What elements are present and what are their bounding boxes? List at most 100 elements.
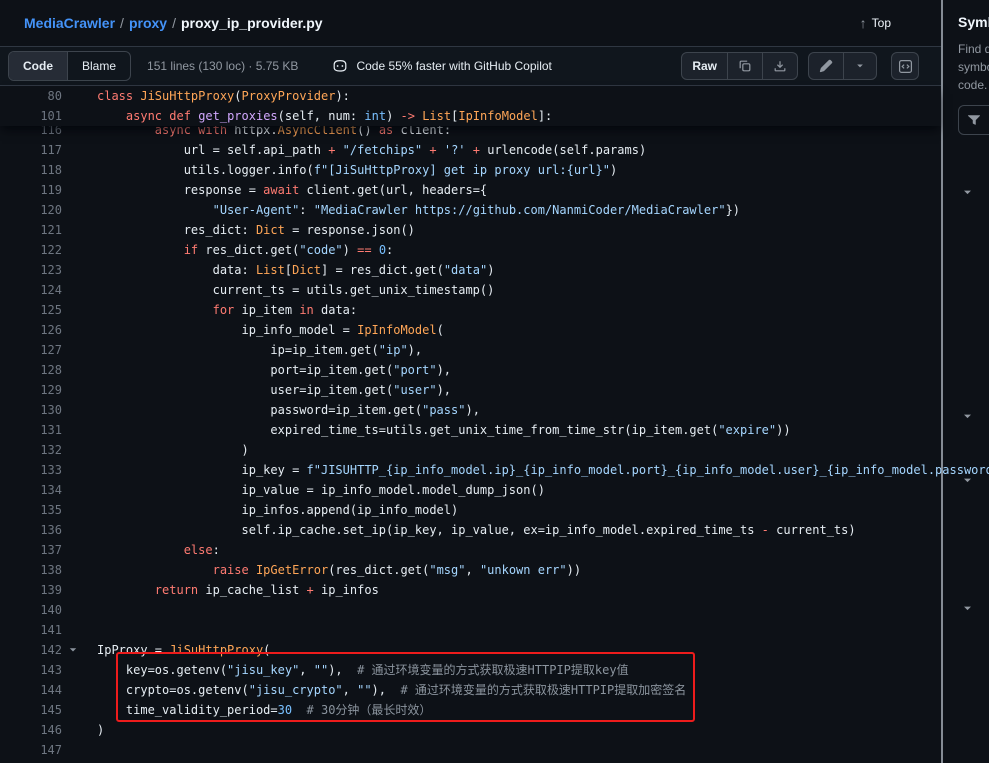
line-number[interactable]: 140	[0, 600, 62, 620]
code-line: 146)	[0, 720, 941, 740]
code-text: data: List[Dict] = res_dict.get("data")	[83, 260, 494, 280]
line-number[interactable]: 126	[0, 320, 62, 340]
breadcrumb-folder-link[interactable]: proxy	[129, 15, 167, 31]
line-number[interactable]: 128	[0, 360, 62, 380]
code-line: 140	[0, 600, 941, 620]
chevron-spacer	[62, 680, 83, 700]
line-number[interactable]: 124	[0, 280, 62, 300]
tab-code[interactable]: Code	[9, 52, 67, 80]
code-line: 126 ip_info_model = IpInfoModel(	[0, 320, 941, 340]
chevron-spacer	[62, 700, 83, 720]
raw-button[interactable]: Raw	[682, 53, 727, 79]
symbols-panel-title: Symbols	[958, 14, 989, 30]
edit-button[interactable]	[809, 53, 843, 79]
symbols-panel-toggle-button[interactable]	[891, 52, 919, 80]
line-number[interactable]: 134	[0, 480, 62, 500]
symbol-group-chevron-icon[interactable]	[959, 600, 975, 616]
breadcrumb-repo-link[interactable]: MediaCrawler	[24, 15, 115, 31]
line-number[interactable]: 117	[0, 140, 62, 160]
line-number[interactable]: 138	[0, 560, 62, 580]
line-number[interactable]: 129	[0, 380, 62, 400]
symbols-panel: Symbols Find definitions and references …	[945, 0, 989, 763]
line-number[interactable]: 147	[0, 740, 62, 760]
code-line: 125 for ip_item in data:	[0, 300, 941, 320]
tab-blame[interactable]: Blame	[67, 52, 130, 80]
code-text: port=ip_item.get("port"),	[83, 360, 451, 380]
code-line: 120 "User-Agent": "MediaCrawler https://…	[0, 200, 941, 220]
line-number[interactable]: 137	[0, 540, 62, 560]
back-to-top-button[interactable]: ↑ Top	[860, 16, 891, 30]
filter-icon	[967, 113, 981, 127]
edit-dropdown-button[interactable]	[843, 53, 876, 79]
code-square-icon	[898, 59, 913, 74]
line-number[interactable]: 121	[0, 220, 62, 240]
line-number[interactable]: 101	[0, 106, 62, 126]
line-number[interactable]: 145	[0, 700, 62, 720]
line-number[interactable]: 142	[0, 640, 62, 660]
code-view: 80 class JiSuHttpProxy(ProxyProvider): 101…	[0, 86, 941, 760]
code-text: class JiSuHttpProxy(ProxyProvider):	[83, 86, 350, 106]
chevron-spacer	[62, 620, 83, 640]
breadcrumb-bar: MediaCrawler/proxy/proxy_ip_provider.py …	[0, 0, 941, 46]
symbols-filter[interactable]	[958, 105, 989, 135]
line-number[interactable]: 125	[0, 300, 62, 320]
line-number[interactable]: 144	[0, 680, 62, 700]
line-number[interactable]: 123	[0, 260, 62, 280]
sticky-scope-lines: 80 class JiSuHttpProxy(ProxyProvider): 101…	[0, 86, 941, 126]
code-text: ip_infos.append(ip_info_model)	[83, 500, 458, 520]
line-number[interactable]: 132	[0, 440, 62, 460]
code-line: 143 key=os.getenv("jisu_key", ""), # 通过环…	[0, 660, 941, 680]
line-number[interactable]: 141	[0, 620, 62, 640]
line-number[interactable]: 133	[0, 460, 62, 480]
code-text: current_ts = utils.get_unix_timestamp()	[83, 280, 494, 300]
code-line: 147	[0, 740, 941, 760]
file-meta-info: 151 lines (130 loc) · 5.75 KB	[147, 59, 298, 73]
chevron-spacer	[62, 740, 83, 760]
code-line: 128 port=ip_item.get("port"),	[0, 360, 941, 380]
code-line: 132 )	[0, 440, 941, 460]
chevron-spacer	[62, 300, 83, 320]
code-text: utils.logger.info(f"[JiSuHttpProxy] get …	[83, 160, 617, 180]
chevron-spacer	[62, 400, 83, 420]
line-number[interactable]: 127	[0, 340, 62, 360]
chevron-spacer	[62, 580, 83, 600]
code-line: 133 ip_key = f"JISUHTTP_{ip_info_model.i…	[0, 460, 941, 480]
line-number[interactable]: 130	[0, 400, 62, 420]
code-text: for ip_item in data:	[83, 300, 357, 320]
code-text: ip_key = f"JISUHTTP_{ip_info_model.ip}_{…	[83, 460, 989, 480]
symbol-group-chevron-icon[interactable]	[959, 408, 975, 424]
chevron-spacer	[62, 540, 83, 560]
line-number[interactable]: 136	[0, 520, 62, 540]
line-number[interactable]: 146	[0, 720, 62, 740]
line-number[interactable]: 118	[0, 160, 62, 180]
line-number[interactable]: 120	[0, 200, 62, 220]
chevron-spacer	[62, 280, 83, 300]
panel-resize-divider[interactable]	[941, 0, 943, 763]
collapse-chevron-icon[interactable]	[62, 640, 83, 660]
chevron-spacer	[62, 160, 83, 180]
chevron-spacer	[62, 600, 83, 620]
code-line: 137 else:	[0, 540, 941, 560]
code-text: expired_time_ts=utils.get_unix_time_from…	[83, 420, 791, 440]
line-number[interactable]: 119	[0, 180, 62, 200]
code-text: time_validity_period=30 # 30分钟（最长时效）	[83, 700, 431, 720]
back-to-top-label: Top	[872, 16, 891, 30]
symbol-group-chevron-icon[interactable]	[959, 184, 975, 200]
chevron-spacer	[62, 440, 83, 460]
line-number[interactable]: 80	[0, 86, 62, 106]
code-line: 130 password=ip_item.get("pass"),	[0, 400, 941, 420]
code-text: ip_value = ip_info_model.model_dump_json…	[83, 480, 545, 500]
line-number[interactable]: 139	[0, 580, 62, 600]
line-number[interactable]: 135	[0, 500, 62, 520]
copy-button[interactable]	[727, 53, 762, 79]
line-number[interactable]: 131	[0, 420, 62, 440]
code-text: ip=ip_item.get("ip"),	[83, 340, 422, 360]
code-line: 134 ip_value = ip_info_model.model_dump_…	[0, 480, 941, 500]
line-number[interactable]: 143	[0, 660, 62, 680]
code-line: 138 raise IpGetError(res_dict.get("msg",…	[0, 560, 941, 580]
download-button[interactable]	[762, 53, 797, 79]
code-line: 131 expired_time_ts=utils.get_unix_time_…	[0, 420, 941, 440]
line-number[interactable]: 122	[0, 240, 62, 260]
chevron-spacer	[62, 520, 83, 540]
code-line: 119 response = await client.get(url, hea…	[0, 180, 941, 200]
